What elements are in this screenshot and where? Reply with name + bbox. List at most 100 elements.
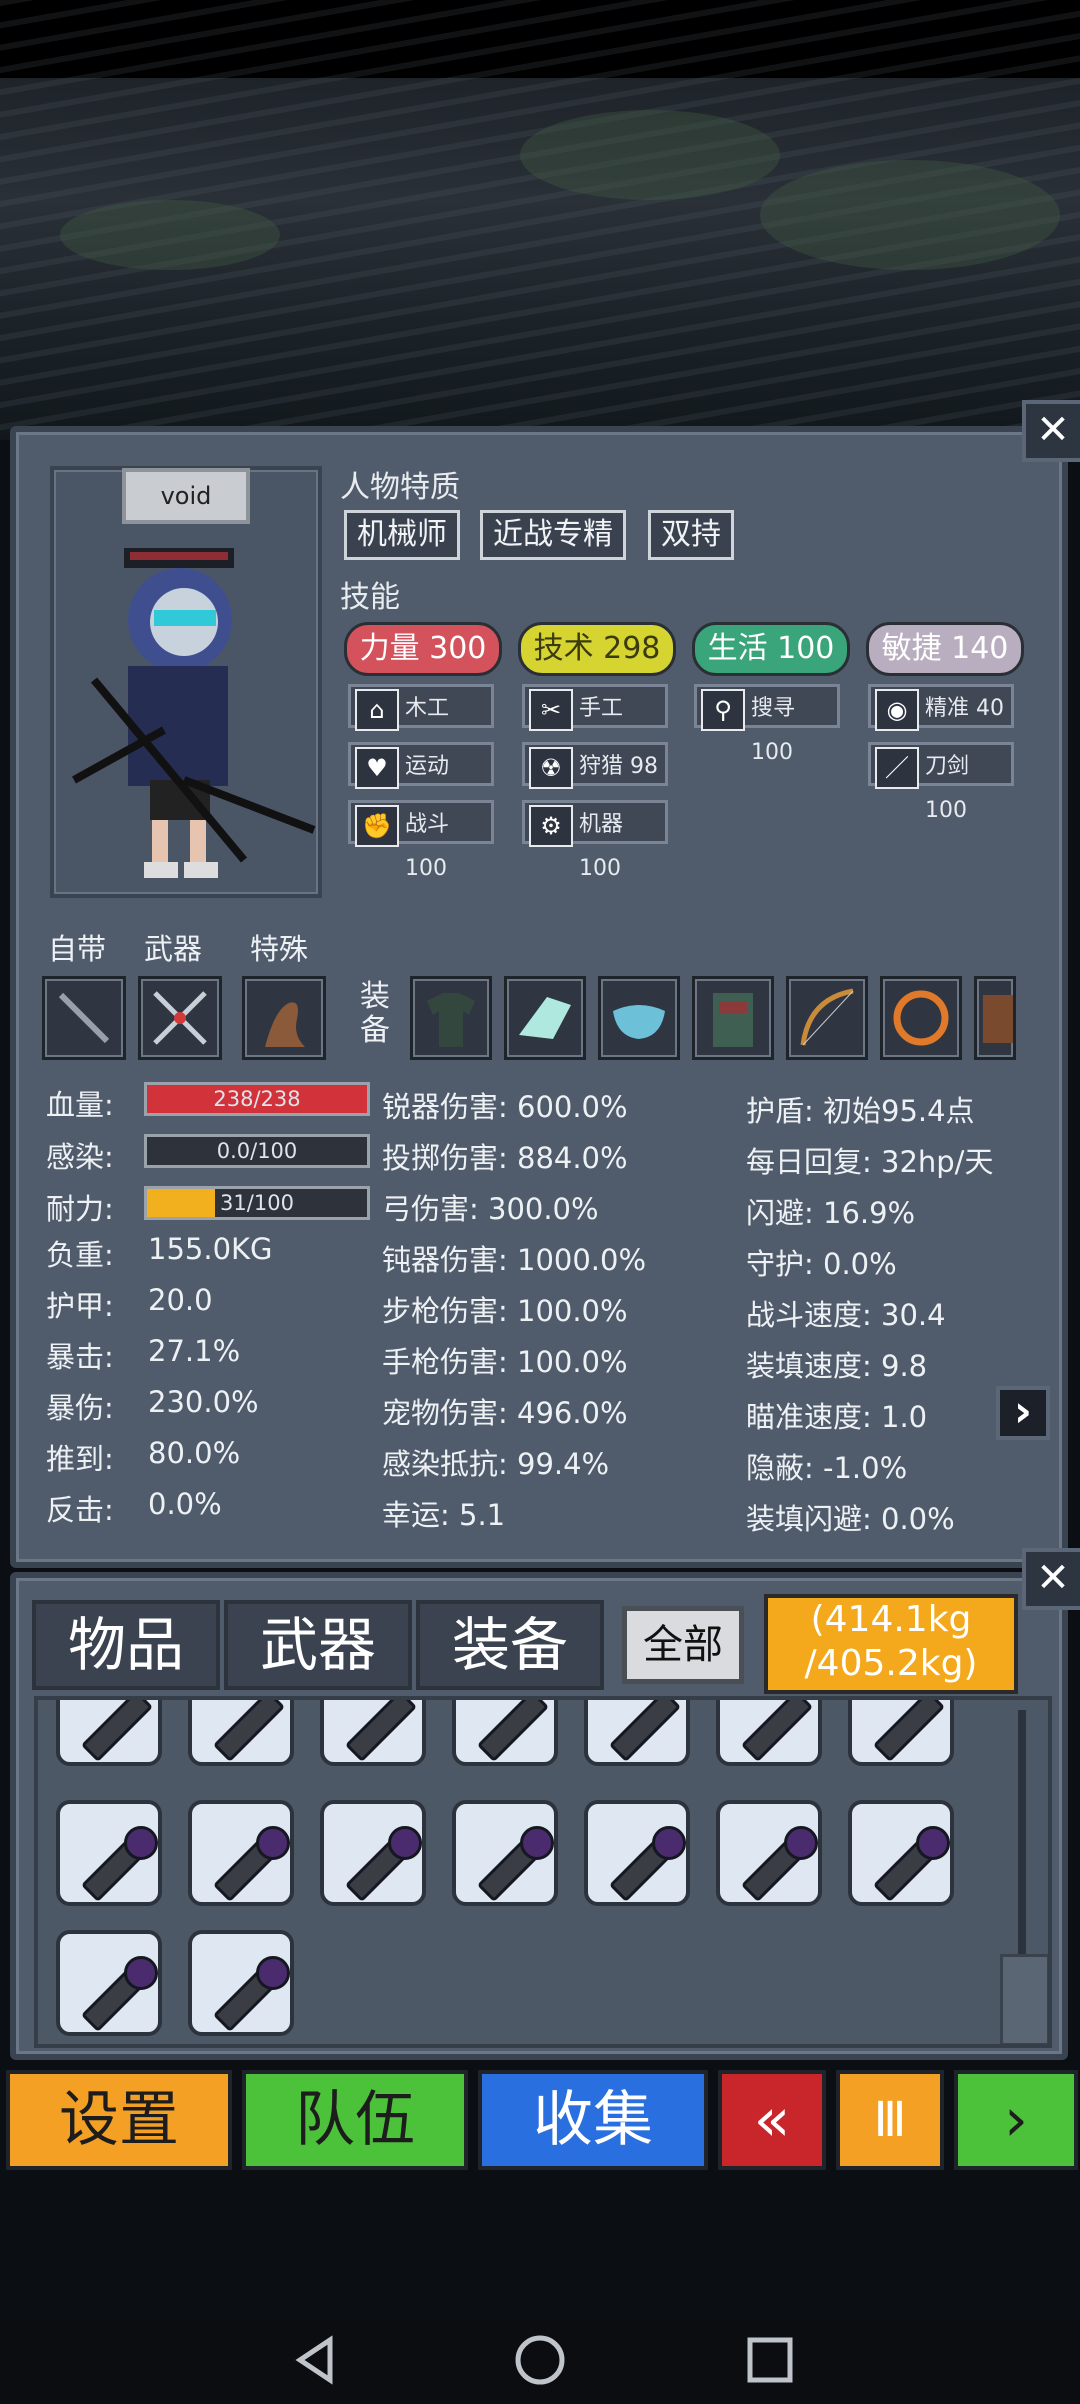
- equip-label: 装备: [360, 979, 390, 1048]
- collect-button[interactable]: 收集: [478, 2070, 708, 2170]
- slot-special[interactable]: [242, 976, 326, 1060]
- close-character-panel-button[interactable]: ✕: [1022, 400, 1080, 462]
- inventory-item[interactable]: [452, 1800, 558, 1906]
- stat-reload-speed: 装填速度: 9.8: [746, 1349, 928, 1383]
- forward-button[interactable]: ›: [954, 2070, 1078, 2170]
- inventory-item[interactable]: [716, 1800, 822, 1906]
- inventory-item[interactable]: [584, 1800, 690, 1906]
- equip-slot-ring[interactable]: [880, 976, 962, 1060]
- skill-blade[interactable]: ／ 刀剑 100: [868, 742, 1014, 823]
- skill-handcraft[interactable]: ✂ 手工 100: [522, 684, 668, 765]
- heart-icon: ♥: [355, 747, 399, 789]
- trait-tag: 近战专精: [480, 510, 626, 560]
- stat-crit-value: 27.1%: [148, 1334, 241, 1368]
- face-mask-icon: [613, 1005, 665, 1039]
- stat-combat-speed: 战斗速度: 30.4: [746, 1298, 946, 1332]
- stat-luck: 幸运: 5.1: [382, 1498, 506, 1532]
- tab-equipment[interactable]: 装备: [416, 1600, 604, 1690]
- stamina-bar: 31/100: [144, 1186, 370, 1220]
- flashlight-icon: [608, 1700, 682, 1763]
- skill-sport[interactable]: ♥ 运动 100: [348, 742, 494, 823]
- equip-slot-shirt[interactable]: [410, 976, 492, 1060]
- flashlight-icon: [212, 1700, 286, 1763]
- inventory-item[interactable]: [320, 1700, 426, 1766]
- rewind-button[interactable]: «: [718, 2070, 826, 2170]
- attribute-agility[interactable]: 敏捷 140: [866, 622, 1024, 676]
- stat-armor-value: 20.0: [148, 1283, 213, 1317]
- filter-all-button[interactable]: 全部: [622, 1606, 744, 1684]
- stat-daily-regen: 每日回复: 32hp/天: [746, 1145, 994, 1179]
- inventory-item[interactable]: [56, 1930, 162, 2036]
- equip-slot-crystal[interactable]: [504, 976, 586, 1060]
- inventory-item[interactable]: [848, 1700, 954, 1766]
- equip-slot-barrel[interactable]: [974, 976, 1016, 1060]
- equip-slot-armor[interactable]: [692, 976, 774, 1060]
- inventory-item[interactable]: [848, 1800, 954, 1906]
- stat-hp-label: 血量:: [46, 1088, 114, 1122]
- recents-icon: [747, 2337, 793, 2383]
- armor-vest-icon: [713, 993, 753, 1047]
- trait-tag: 机械师: [344, 510, 460, 560]
- stat-armor-label: 护甲:: [46, 1289, 114, 1323]
- inventory-item[interactable]: [716, 1700, 822, 1766]
- equip-slot-mask[interactable]: [598, 976, 680, 1060]
- pause-button[interactable]: Ⅲ: [836, 2070, 944, 2170]
- inventory-item[interactable]: [188, 1930, 294, 2036]
- slot-label-innate: 自带: [48, 932, 107, 966]
- team-button[interactable]: 队伍: [242, 2070, 468, 2170]
- inventory-item[interactable]: [584, 1700, 690, 1766]
- attribute-strength[interactable]: 力量 300: [344, 622, 502, 676]
- settings-button[interactable]: 设置: [6, 2070, 232, 2170]
- close-inventory-panel-button[interactable]: ✕: [1022, 1548, 1080, 1610]
- next-page-button[interactable]: ›: [996, 1386, 1050, 1440]
- tab-items[interactable]: 物品: [32, 1600, 220, 1690]
- stat-guard: 守护: 0.0%: [746, 1247, 897, 1281]
- stat-throw-damage: 投掷伤害: 884.0%: [382, 1141, 628, 1175]
- stat-crit-damage-label: 暴伤:: [46, 1391, 114, 1425]
- flashlight-icon: [872, 1700, 946, 1763]
- inventory-scroll-thumb[interactable]: [1000, 1954, 1048, 2044]
- equip-slot-bow[interactable]: [786, 976, 868, 1060]
- skill-combat[interactable]: ✊ 战斗 100: [348, 800, 494, 881]
- ferret-pet-icon: [265, 1002, 305, 1047]
- stat-infection-resist: 感染抵抗: 99.4%: [382, 1447, 610, 1481]
- skill-label: 搜寻 100: [751, 696, 796, 765]
- inventory-item[interactable]: [452, 1700, 558, 1766]
- character-name: void: [122, 468, 250, 524]
- tab-weapons[interactable]: 武器: [224, 1600, 412, 1690]
- background-scene: [0, 0, 1080, 440]
- slot-innate[interactable]: [42, 976, 126, 1060]
- weight-display: (414.1kg /405.2kg): [764, 1594, 1018, 1694]
- skill-search[interactable]: ⚲ 搜寻 100: [694, 684, 840, 765]
- stat-blunt-damage: 钝器伤害: 1000.0%: [382, 1243, 647, 1277]
- inventory-item[interactable]: [188, 1800, 294, 1906]
- attribute-life[interactable]: 生活 100: [692, 622, 850, 676]
- infection-bar: 0.0/100: [144, 1134, 370, 1168]
- attribute-technique[interactable]: 技术 298: [518, 622, 676, 676]
- skill-precision[interactable]: ◉ 精准 40: [868, 684, 1014, 731]
- inventory-grid[interactable]: [34, 1696, 1052, 2048]
- barrel-icon: [983, 995, 1013, 1043]
- crystal-shard-icon: [519, 997, 571, 1039]
- stat-shield: 护盾: 初始95.4点: [746, 1094, 975, 1128]
- stat-infection-label: 感染:: [46, 1140, 114, 1174]
- gear-icon: ⚙: [529, 805, 573, 847]
- stat-crit-damage-value: 230.0%: [148, 1385, 259, 1419]
- stat-counter-label: 反击:: [46, 1493, 114, 1527]
- inventory-item[interactable]: [188, 1700, 294, 1766]
- skill-hunting[interactable]: ☢ 狩猎 98: [522, 742, 668, 789]
- dagger-icon: [58, 992, 110, 1044]
- character-sprite-icon: [72, 548, 316, 878]
- slot-weapon[interactable]: [138, 976, 222, 1060]
- hp-bar: 238/238: [144, 1082, 370, 1116]
- skill-woodwork[interactable]: ⌂ 木工 100: [348, 684, 494, 765]
- fist-icon: ✊: [355, 805, 399, 847]
- weight-line-1: (414.1kg: [810, 1599, 972, 1640]
- inventory-item[interactable]: [320, 1800, 426, 1906]
- inventory-item[interactable]: [56, 1800, 162, 1906]
- stat-knockdown-label: 推到:: [46, 1442, 114, 1476]
- skill-machine[interactable]: ⚙ 机器 100: [522, 800, 668, 881]
- stat-aim-speed: 瞄准速度: 1.0: [746, 1400, 928, 1434]
- inventory-item[interactable]: [56, 1700, 162, 1766]
- skill-label: 刀剑 100: [925, 754, 970, 823]
